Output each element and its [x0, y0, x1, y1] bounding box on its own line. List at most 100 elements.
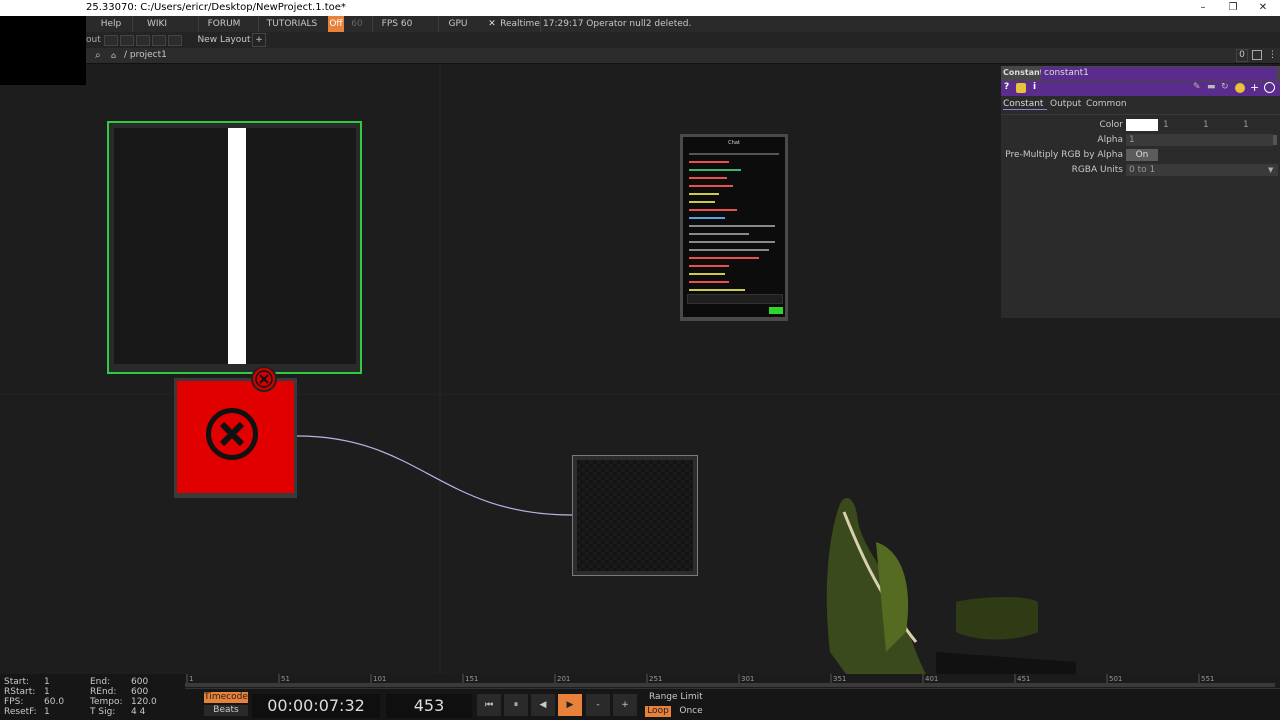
maximize-pane-icon[interactable] [1252, 50, 1262, 60]
ruler-label: 451 [1017, 675, 1030, 683]
step-back-button[interactable]: ◀ [531, 694, 555, 716]
resetf-label: ResetF: [4, 707, 37, 717]
color-b-field[interactable]: 1 [1240, 119, 1278, 131]
ruler-label: 51 [281, 675, 290, 683]
error-node-viewer [177, 381, 294, 493]
param-alpha-row: Alpha 1 [1001, 134, 1280, 147]
tsig-value[interactable]: 4 4 [131, 707, 145, 717]
python-icon[interactable] [1016, 83, 1026, 93]
tab-output[interactable]: Output [1050, 99, 1081, 109]
rstart-value[interactable]: 1 [44, 687, 50, 697]
globe-icon[interactable] [1235, 83, 1245, 93]
ruler-label: 251 [649, 675, 662, 683]
color-swatch[interactable] [1126, 119, 1158, 131]
pause-button[interactable]: ⏸ [504, 694, 528, 716]
restore-button[interactable]: ❐ [1218, 0, 1248, 16]
frame-display[interactable]: 453 [386, 694, 472, 718]
ruler-label: 301 [741, 675, 754, 683]
ruler-label: 101 [373, 675, 386, 683]
webcam-chair-image [816, 482, 1086, 674]
chat-preview-node[interactable]: Chat [680, 134, 788, 321]
tsig-label: T Sig: [90, 707, 116, 717]
error-node[interactable] [174, 366, 297, 498]
constant-top-node[interactable] [107, 121, 362, 374]
search-icon[interactable]: ⌕ [95, 48, 101, 63]
status-message: 17:29:17 Operator null2 deleted. [540, 16, 943, 32]
menu-help[interactable]: Help [96, 16, 126, 32]
layout-preset-4[interactable] [152, 35, 166, 46]
start-value[interactable]: 1 [44, 677, 50, 687]
step-minus-button[interactable]: - [586, 694, 610, 716]
error-badge-icon[interactable] [251, 366, 277, 392]
tempo-value[interactable]: 120.0 [131, 697, 157, 707]
layout-preset-3[interactable] [136, 35, 150, 46]
fps-value[interactable]: 60.0 [44, 697, 64, 707]
chat-panel: Chat [683, 137, 785, 317]
timecode-display[interactable]: 00:00:07:32 [252, 694, 380, 718]
info-icon[interactable]: i [1033, 82, 1036, 92]
play-button[interactable]: ▶ [558, 694, 582, 716]
ruler-label: 401 [925, 675, 938, 683]
perform-fps-field[interactable]: 60 [348, 16, 366, 32]
pane-zero-button[interactable]: 0 [1236, 49, 1248, 62]
once-toggle[interactable]: Once [676, 706, 706, 717]
timecode-toggle[interactable]: Timecode [204, 692, 248, 703]
resetf-value[interactable]: 1 [44, 707, 50, 717]
gpu-button[interactable]: GPU [438, 16, 477, 32]
fps-display: FPS 60 [372, 16, 421, 32]
help-icon[interactable]: ? [1004, 82, 1009, 92]
perform-off-button[interactable]: Off [328, 16, 344, 32]
timeline-range-bar[interactable] [185, 683, 1275, 687]
add-icon[interactable]: + [1250, 81, 1259, 94]
timeline-ruler[interactable]: 151101151201251301351401451501551600 [185, 674, 1280, 689]
tab-common[interactable]: Common [1086, 99, 1127, 109]
loop-toggle[interactable]: Loop [645, 706, 671, 717]
param-premult-label: Pre-Multiply RGB by Alpha [1005, 150, 1123, 160]
pane-menu-icon[interactable]: ⋮ [1268, 48, 1277, 63]
alpha-slider-handle[interactable] [1273, 135, 1277, 145]
tutorials-button[interactable]: TUTORIALS [258, 16, 325, 32]
layout-preset-2[interactable] [120, 35, 134, 46]
wiki-button[interactable]: WIKI [132, 16, 181, 32]
param-header: Constant constant1 [1001, 66, 1280, 81]
forum-button[interactable]: FORUM [198, 16, 249, 32]
network-path[interactable]: / project1 [124, 48, 167, 63]
chat-input [687, 294, 783, 304]
rewind-button[interactable]: ⏮ [477, 694, 501, 716]
close-button[interactable]: ✕ [1248, 0, 1278, 16]
param-tabs: Constant Output Common [1001, 96, 1280, 115]
output-top-node[interactable] [572, 455, 698, 576]
realtime-label: Realtime [500, 19, 540, 29]
comment-icon[interactable]: ▬ [1207, 82, 1216, 92]
start-label: Start: [4, 677, 30, 687]
edit-icon[interactable]: ✎ [1193, 82, 1201, 92]
realtime-checkbox[interactable]: ✕ [486, 16, 498, 32]
tempo-label: Tempo: [90, 697, 123, 707]
minimize-button[interactable]: – [1188, 0, 1218, 16]
layout-preset-1[interactable] [104, 35, 118, 46]
refresh-icon[interactable]: ↻ [1221, 82, 1229, 92]
rend-value[interactable]: 600 [131, 687, 148, 697]
tab-constant[interactable]: Constant [1003, 99, 1047, 110]
color-g-field[interactable]: 1 [1200, 119, 1238, 131]
color-r-field[interactable]: 1 [1160, 119, 1198, 131]
beats-toggle[interactable]: Beats [204, 705, 248, 716]
fps-label: FPS: [4, 697, 24, 707]
rend-label: REnd: [90, 687, 117, 697]
step-plus-button[interactable]: + [613, 694, 637, 716]
add-layout-button[interactable]: + [252, 33, 266, 47]
layout-preset-5[interactable] [168, 35, 182, 46]
new-layout-tab[interactable]: New Layout [196, 32, 252, 48]
rgba-units-menu[interactable]: 0 to 1 [1126, 164, 1278, 176]
layout-partial-label: out [86, 35, 101, 45]
target-icon[interactable] [1264, 82, 1275, 93]
home-icon[interactable]: ⌂ [111, 48, 116, 63]
ruler-label: 351 [833, 675, 846, 683]
op-name-field[interactable]: constant1 [1041, 67, 1277, 80]
path-bar: ⌕ ⌂ / project1 0 ⋮ [86, 48, 1280, 64]
end-value[interactable]: 600 [131, 677, 148, 687]
param-rgba-row: RGBA Units 0 to 1 ▼ [1001, 164, 1280, 177]
alpha-field[interactable]: 1 [1126, 134, 1273, 146]
white-bar [228, 128, 246, 364]
premult-toggle[interactable]: On [1126, 149, 1158, 161]
